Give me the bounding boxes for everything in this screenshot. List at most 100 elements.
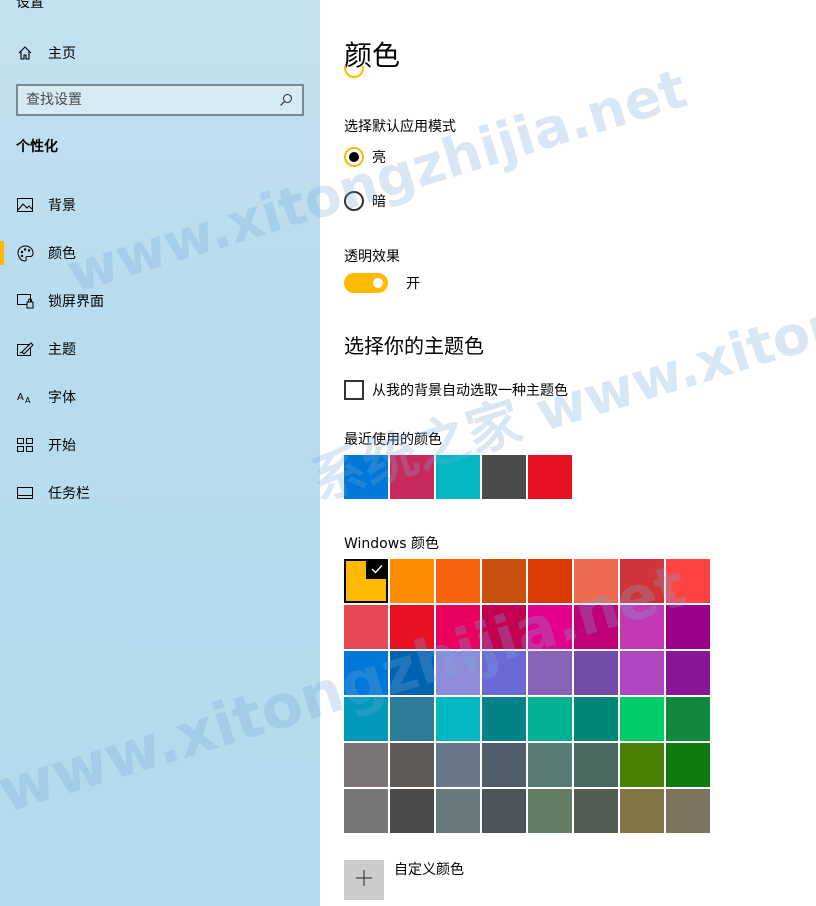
auto-pick-checkbox-row[interactable]: 从我的背景自动选取一种主题色 (344, 380, 568, 400)
windows-color-swatch[interactable] (390, 559, 434, 603)
recent-color-swatch[interactable] (344, 455, 388, 499)
windows-color-swatch[interactable] (344, 559, 388, 603)
search-icon[interactable] (278, 92, 294, 108)
radio-light-indicator[interactable] (344, 147, 364, 167)
sidebar-item-fonts[interactable]: AA 字体 (0, 373, 320, 421)
windows-color-swatch[interactable] (666, 651, 710, 695)
windows-color-swatch[interactable] (482, 559, 526, 603)
main-panel: 颜色 选择默认应用模式 亮 暗 透明效果 开 选择你的主题色 从我的背景自动选取… (320, 0, 816, 906)
windows-color-swatch[interactable] (436, 605, 480, 649)
transparency-state: 开 (406, 276, 420, 292)
lock-screen-icon (16, 292, 34, 310)
sidebar-item-label: 锁屏界面 (48, 294, 104, 310)
start-grid-icon (16, 436, 34, 454)
windows-color-swatch[interactable] (666, 559, 710, 603)
windows-color-swatch[interactable] (620, 605, 664, 649)
recent-colors-label: 最近使用的颜色 (344, 432, 442, 448)
recent-color-swatch[interactable] (390, 455, 434, 499)
nav-list: 背景 颜色 锁屏界面 主题 AA 字体 开始 任务栏 (0, 181, 320, 517)
plus-icon (355, 869, 373, 891)
windows-color-swatch[interactable] (528, 789, 572, 833)
auto-pick-label: 从我的背景自动选取一种主题色 (372, 383, 568, 399)
windows-color-swatch[interactable] (344, 697, 388, 741)
windows-color-swatch[interactable] (344, 605, 388, 649)
windows-color-swatch[interactable] (574, 605, 618, 649)
windows-color-swatch[interactable] (528, 743, 572, 787)
windows-color-swatch[interactable] (436, 559, 480, 603)
windows-color-swatch[interactable] (574, 651, 618, 695)
windows-color-swatch[interactable] (574, 559, 618, 603)
radio-light[interactable]: 亮 (344, 147, 386, 167)
checkmark-icon (366, 559, 388, 579)
windows-color-swatch[interactable] (436, 697, 480, 741)
windows-color-swatch[interactable] (666, 605, 710, 649)
sidebar-item-label: 开始 (48, 438, 76, 454)
windows-color-swatch[interactable] (620, 743, 664, 787)
windows-color-swatch[interactable] (344, 789, 388, 833)
custom-color-button[interactable] (344, 860, 384, 900)
windows-color-swatch[interactable] (390, 697, 434, 741)
windows-color-swatch[interactable] (482, 789, 526, 833)
recent-color-swatch[interactable] (528, 455, 572, 499)
picture-icon (16, 196, 34, 214)
radio-dark-indicator[interactable] (344, 191, 364, 211)
windows-color-swatch[interactable] (620, 559, 664, 603)
sidebar: 设置 主页 个性化 背景 颜色 锁屏界面 (0, 0, 320, 906)
sidebar-item-label: 字体 (48, 390, 76, 406)
windows-color-swatch[interactable] (574, 789, 618, 833)
auto-pick-checkbox[interactable] (344, 380, 364, 400)
windows-color-swatch[interactable] (482, 743, 526, 787)
search-input[interactable] (26, 92, 278, 108)
home-link[interactable]: 主页 (16, 42, 76, 64)
windows-color-swatch[interactable] (528, 697, 572, 741)
windows-color-swatch[interactable] (436, 743, 480, 787)
sidebar-item-label: 颜色 (48, 246, 76, 262)
windows-color-swatch[interactable] (344, 743, 388, 787)
windows-color-swatch[interactable] (390, 605, 434, 649)
windows-color-swatch[interactable] (436, 651, 480, 695)
windows-color-swatch[interactable] (620, 697, 664, 741)
svg-text:A: A (25, 396, 31, 404)
windows-color-swatch[interactable] (390, 743, 434, 787)
windows-color-swatch[interactable] (482, 605, 526, 649)
windows-color-swatch[interactable] (620, 789, 664, 833)
windows-color-swatch[interactable] (528, 651, 572, 695)
transparency-toggle-row: 开 (344, 273, 420, 293)
custom-color-row[interactable]: 自定义颜色 (344, 860, 464, 900)
recent-color-swatch[interactable] (482, 455, 526, 499)
section-title: 个性化 (16, 139, 58, 155)
partial-radio (344, 66, 364, 80)
sidebar-item-taskbar[interactable]: 任务栏 (0, 469, 320, 517)
windows-color-swatch[interactable] (344, 651, 388, 695)
windows-color-swatch[interactable] (482, 651, 526, 695)
windows-color-swatch[interactable] (528, 605, 572, 649)
sidebar-item-colors[interactable]: 颜色 (0, 229, 320, 277)
windows-color-swatch[interactable] (574, 697, 618, 741)
windows-colors-grid (344, 559, 712, 833)
windows-color-swatch[interactable] (436, 789, 480, 833)
windows-color-swatch[interactable] (390, 651, 434, 695)
window-title: 设置 (16, 0, 44, 11)
windows-color-swatch[interactable] (666, 743, 710, 787)
windows-color-swatch[interactable] (574, 743, 618, 787)
windows-color-swatch[interactable] (620, 651, 664, 695)
sidebar-item-label: 背景 (48, 198, 76, 214)
sidebar-item-themes[interactable]: 主题 (0, 325, 320, 373)
custom-color-label: 自定义颜色 (394, 862, 464, 878)
windows-color-swatch[interactable] (528, 559, 572, 603)
windows-color-swatch[interactable] (482, 697, 526, 741)
sidebar-item-start[interactable]: 开始 (0, 421, 320, 469)
recent-colors-grid (344, 455, 574, 499)
search-box[interactable] (16, 84, 304, 116)
palette-icon (16, 244, 34, 262)
sidebar-item-label: 主题 (48, 342, 76, 358)
sidebar-item-background[interactable]: 背景 (0, 181, 320, 229)
transparency-toggle[interactable] (344, 273, 388, 293)
recent-color-swatch[interactable] (436, 455, 480, 499)
radio-dark[interactable]: 暗 (344, 191, 386, 211)
radio-light-label: 亮 (372, 150, 386, 166)
windows-color-swatch[interactable] (666, 697, 710, 741)
windows-color-swatch[interactable] (666, 789, 710, 833)
sidebar-item-lock-screen[interactable]: 锁屏界面 (0, 277, 320, 325)
windows-color-swatch[interactable] (390, 789, 434, 833)
